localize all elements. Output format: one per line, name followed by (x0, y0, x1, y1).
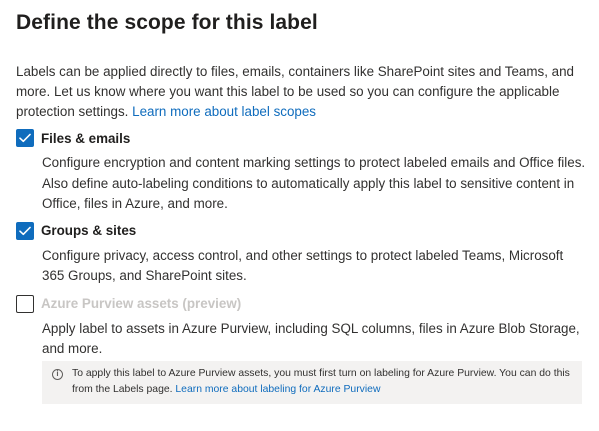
groups-sites-checkbox[interactable] (16, 221, 34, 240)
scope-option-azure-purview: Azure Purview assets (preview) Apply lab… (16, 293, 583, 404)
checkmark-icon (19, 226, 31, 235)
notice-text-block: To apply this label to Azure Purview ass… (72, 366, 572, 398)
azure-purview-notice: i To apply this label to Azure Purview a… (42, 360, 582, 404)
files-emails-description: Configure encryption and content marking… (42, 155, 586, 211)
option-row: Files & emails (16, 127, 583, 149)
page-title: Define the scope for this label (16, 11, 318, 34)
learn-more-purview-labeling-link[interactable]: Learn more about labeling for Azure Purv… (175, 384, 380, 395)
info-icon: i (52, 368, 63, 380)
azure-purview-checkbox[interactable] (16, 294, 34, 313)
intro-paragraph: Labels can be applied directly to files,… (16, 62, 586, 122)
scope-option-files-emails: Files & emails Configure encryption and … (16, 127, 585, 215)
label-scope-page: Define the scope for this label Labels c… (0, 0, 599, 431)
option-row: Groups & sites (16, 220, 583, 242)
azure-purview-label: Azure Purview assets (preview) (41, 296, 242, 311)
option-row: Azure Purview assets (preview) (16, 293, 583, 315)
files-emails-label[interactable]: Files & emails (41, 131, 130, 146)
files-emails-checkbox[interactable] (16, 129, 34, 147)
groups-sites-description: Configure privacy, access control, and o… (42, 247, 564, 284)
scope-option-groups-sites: Groups & sites Configure privacy, access… (16, 220, 583, 287)
learn-more-label-scopes-link[interactable]: Learn more about label scopes (132, 104, 316, 119)
azure-purview-description: Apply label to assets in Azure Purview, … (42, 320, 580, 357)
checkmark-icon (19, 133, 31, 143)
groups-sites-label[interactable]: Groups & sites (41, 223, 136, 238)
